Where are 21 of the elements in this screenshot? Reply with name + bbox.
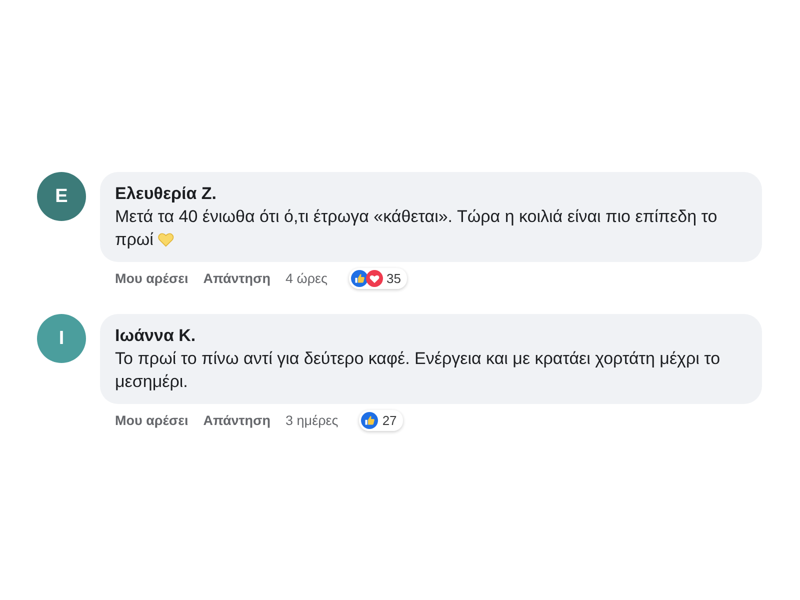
reaction-summary[interactable]: 27 <box>359 410 403 431</box>
like-link[interactable]: Μου αρέσει <box>115 412 188 430</box>
reply-link[interactable]: Απάντηση <box>203 412 271 430</box>
reaction-count: 35 <box>386 270 402 286</box>
author-name[interactable]: Ιωάννα Κ. <box>115 325 746 347</box>
comment-text: Μετά τα 40 ένιωθα ότι ό,τι έτρωγα «κάθεται». Τώρα η κοιλιά είναι πιο επίπεδη το <box>115 206 718 228</box>
comment-text: Το πρωί το πίνω αντί για δεύτερο καφέ. Ενέργεια και με κρατάει χορτάτη μέχρι το <box>115 348 720 370</box>
reaction-count: 27 <box>382 412 397 428</box>
avatar[interactable]: Ι <box>37 314 86 363</box>
comment-text: μεσημέρι. <box>115 371 188 393</box>
timestamp: 4 ώρες <box>286 270 328 288</box>
thumbs-up-icon <box>361 412 378 429</box>
timestamp: 3 ημέρες <box>286 412 338 430</box>
reply-link[interactable]: Απάντηση <box>203 270 271 288</box>
thumbs-up-icon <box>350 270 368 287</box>
comment-text: πρωί <box>115 229 154 251</box>
reaction-summary[interactable]: 35 <box>348 268 408 289</box>
avatar[interactable]: Ε <box>37 172 86 221</box>
like-link[interactable]: Μου αρέσει <box>115 270 188 288</box>
heart-icon <box>158 232 174 248</box>
author-name[interactable]: Ελευθερία Ζ. <box>115 183 746 205</box>
